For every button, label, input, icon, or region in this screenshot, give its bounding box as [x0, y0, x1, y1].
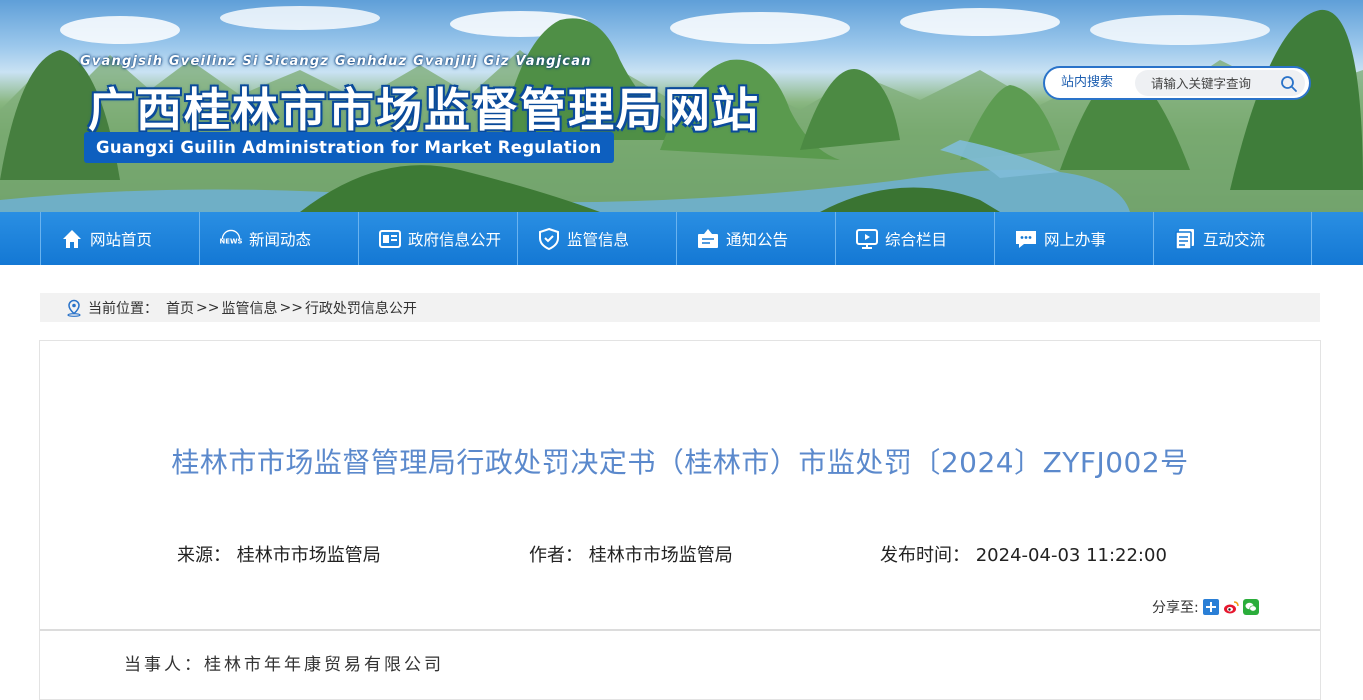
nav-item-gov-info[interactable]: 政府信息公开: [358, 212, 517, 265]
news-icon: NEWS: [219, 227, 243, 251]
site-title: 广西桂林市市场监督管理局网站: [88, 83, 760, 137]
chat-icon: [1014, 227, 1038, 251]
info-panel-icon: [378, 227, 402, 251]
site-pinyin-title: Gvangjsih Gveilinz Si Sicangz Genhduz Gv…: [80, 54, 592, 69]
article-divider: [40, 629, 1320, 631]
nav-label: 网站首页: [90, 230, 153, 249]
nav-label: 网上办事: [1044, 230, 1107, 249]
qzone-icon[interactable]: [1202, 599, 1219, 615]
author-label: 作者：: [529, 545, 583, 566]
publish-time-value: 2024-04-03 11:22:00: [975, 545, 1167, 566]
article-author: 作者： 桂林市市场监管局: [529, 541, 733, 567]
nav-item-notice[interactable]: 通知公告: [676, 212, 835, 265]
nav-item-general[interactable]: 综合栏目: [835, 212, 994, 265]
source-label: 来源：: [177, 545, 231, 566]
article-publish-time: 发布时间： 2024-04-03 11:22:00: [880, 541, 1167, 567]
article-source: 来源： 桂林市市场监管局: [177, 541, 381, 567]
nav-label: 互动交流: [1203, 230, 1266, 249]
article-card: 桂林市市场监督管理局行政处罚决定书（桂林市）市监处罚〔2024〕ZYFJ002号…: [39, 340, 1321, 700]
publish-time-label: 发布时间：: [880, 545, 970, 566]
wechat-icon[interactable]: [1242, 599, 1259, 615]
nav-label: 监管信息: [567, 230, 630, 249]
breadcrumb: 当前位置： 首页 >> 监管信息 >> 行政处罚信息公开: [40, 293, 1320, 322]
nav-label: 综合栏目: [885, 230, 948, 249]
author-value: 桂林市市场监管局: [588, 545, 733, 566]
nav-item-interaction[interactable]: 互动交流: [1153, 212, 1312, 265]
nav-label: 通知公告: [726, 230, 789, 249]
monitor-icon: [855, 227, 879, 251]
source-value: 桂林市市场监管局: [236, 545, 381, 566]
nav-label: 政府信息公开: [408, 230, 502, 249]
search-icon[interactable]: [1279, 74, 1299, 94]
svg-text:NEWS: NEWS: [220, 237, 243, 245]
breadcrumb-link-home[interactable]: 首页: [166, 298, 194, 318]
nav-item-news[interactable]: NEWS 新闻动态: [199, 212, 358, 265]
document-icon: [1173, 227, 1197, 251]
nav-item-supervision[interactable]: 监管信息: [517, 212, 676, 265]
shield-icon: [537, 227, 561, 251]
breadcrumb-separator: >>: [279, 299, 303, 316]
share-label: 分享至:: [1152, 600, 1199, 616]
nav-item-online-service[interactable]: 网上办事: [994, 212, 1153, 265]
share-bar: 分享至:: [1152, 597, 1259, 617]
home-icon: [60, 227, 84, 251]
article-title: 桂林市市场监督管理局行政处罚决定书（桂林市）市监处罚〔2024〕ZYFJ002号: [171, 446, 1189, 479]
site-title-english: Guangxi Guilin Administration for Market…: [84, 132, 614, 163]
weibo-icon[interactable]: [1223, 599, 1239, 615]
breadcrumb-link-supervision[interactable]: 监管信息: [221, 298, 277, 318]
site-search-box: 站内搜索: [1043, 66, 1311, 100]
nav-label: 新闻动态: [249, 230, 312, 249]
location-pin-icon: [67, 299, 81, 317]
article-party-line: 当事人：桂林市年年康贸易有限公司: [124, 655, 444, 675]
main-nav: 网站首页 NEWS 新闻动态 政府信息公开 监管信息 通知公告 综合栏目 网上办…: [0, 212, 1363, 265]
breadcrumb-separator: >>: [196, 299, 220, 316]
search-label: 站内搜索: [1061, 75, 1114, 90]
header-banner: Gvangjsih Gveilinz Si Sicangz Genhduz Gv…: [0, 0, 1363, 212]
nav-item-home[interactable]: 网站首页: [40, 212, 199, 265]
breadcrumb-prefix: 当前位置：: [88, 300, 158, 317]
notice-icon: [696, 227, 720, 251]
breadcrumb-link-penalty[interactable]: 行政处罚信息公开: [305, 298, 417, 318]
